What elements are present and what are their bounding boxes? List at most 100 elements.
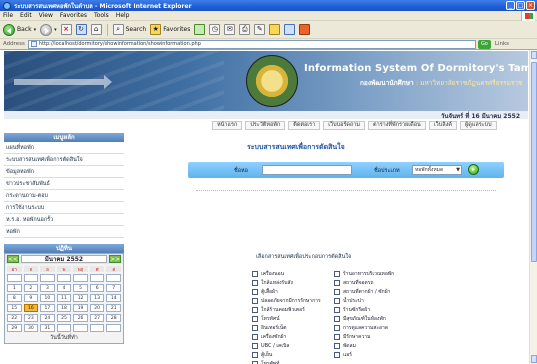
calendar-day[interactable]: 24 [40,314,55,322]
nav-admin[interactable]: ผู้ดูแลระบบ [460,121,497,130]
category-checkbox[interactable] [252,271,258,277]
messenger-icon[interactable] [284,24,296,35]
sidebar-item-usage[interactable]: การใช้งานระบบ [4,202,124,214]
category-checkbox[interactable] [334,352,340,358]
calendar-day[interactable]: 8 [7,294,22,302]
calendar-day[interactable]: 6 [89,284,105,292]
address-input[interactable]: http://localhost/dormitory/showinformati… [27,39,476,49]
folder-icon[interactable] [269,24,281,35]
calendar-day[interactable]: 18 [56,304,72,312]
category-option[interactable]: ร้านซักรีดผ้า [334,306,370,314]
mail-icon[interactable]: ✉ [224,24,236,35]
calendar-day[interactable]: 12 [73,294,88,302]
calendar-day[interactable]: 17 [40,304,55,312]
forward-button[interactable]: ▾ [40,23,57,37]
category-checkbox[interactable] [334,289,340,295]
dorm-name-input[interactable] [262,165,352,175]
vertical-scrollbar[interactable] [529,50,537,364]
category-option[interactable]: ปลอดภัยจากมีการรักษาการ [252,297,321,305]
calendar-day[interactable]: 4 [56,284,72,292]
category-checkbox[interactable] [334,316,340,322]
category-option[interactable]: ใกล้ร้านคอมพิวเตอร์ [252,306,305,314]
category-checkbox[interactable] [334,298,340,304]
category-option[interactable]: เครื่องซักผ้า [252,333,286,341]
category-option[interactable]: มีสุขภัณฑ์ในห้องพัก [334,315,386,323]
category-checkbox[interactable] [334,334,340,340]
maximize-button[interactable]: □ [516,1,525,10]
category-checkbox[interactable] [252,289,258,295]
category-option[interactable]: การดูแลความสะอาด [334,324,388,332]
category-option[interactable]: โทรทัศน์ [252,315,280,323]
sidebar-item-qa-board[interactable]: กระดานถาม-ตอบ [4,190,124,202]
calendar-day[interactable]: 13 [89,294,105,302]
category-checkbox[interactable] [334,343,340,349]
sidebar-item-dss[interactable]: ระบบสารสนเทศเพื่อการตัดสินใจ [4,154,124,166]
search-go-button[interactable]: ▸ [468,164,479,175]
sidebar-item-dorm[interactable]: หอพัก [4,226,124,238]
menu-favorites[interactable]: Favorites [60,12,87,19]
calendar-day[interactable]: 30 [23,324,39,332]
category-option[interactable]: สถานที่ตากผ้า / ซักผ้า [334,288,390,296]
calendar-day[interactable]: 19 [73,304,88,312]
category-option[interactable]: สถานที่จอดรถ [334,279,374,287]
sidebar-item-outside-dorm[interactable]: ห.ร.อ. หอพักนอกรั้ว [4,214,124,226]
search-button[interactable]: ⌕ Search [112,23,146,37]
category-checkbox[interactable] [334,325,340,331]
toolbar-app-icon[interactable] [299,24,311,35]
sidebar-item-map[interactable]: แผนที่หอพัก [4,142,124,154]
sidebar-item-dorm-info[interactable]: ข้อมูลหอพัก [4,166,124,178]
calendar-today[interactable]: 16 [23,304,39,312]
home-icon[interactable]: ⌂ [90,24,102,35]
category-checkbox[interactable] [252,343,258,349]
category-option[interactable]: เครื่องนอน [252,270,284,278]
calendar-day[interactable]: 31 [40,324,55,332]
category-checkbox[interactable] [252,280,258,286]
calendar-day[interactable]: 20 [89,304,105,312]
menu-file[interactable]: File [3,12,13,19]
category-checkbox[interactable] [252,316,258,322]
scroll-thumb[interactable] [531,62,537,262]
back-button[interactable]: Back ▾ [3,23,36,37]
category-checkbox[interactable] [252,352,258,358]
category-option[interactable]: โทรศัพท์ [252,360,279,364]
calendar-day[interactable]: 2 [23,284,39,292]
minimize-button[interactable]: _ [506,1,515,10]
calendar-day[interactable]: 11 [56,294,72,302]
calendar-day[interactable]: 15 [7,304,22,312]
category-option[interactable]: ตู้เย็น [252,351,272,359]
category-option[interactable]: ตู้เสื้อผ้า [252,288,278,296]
category-checkbox[interactable] [334,307,340,313]
calendar-day[interactable]: 25 [56,314,72,322]
sidebar-item-news[interactable]: ข่าวประชาสัมพันธ์ [4,178,124,190]
go-button[interactable]: Go [477,39,491,49]
refresh-icon[interactable]: ↻ [75,24,87,35]
calendar-next-button[interactable]: >> [109,255,121,263]
nav-history[interactable]: ประวัติหอพัก [245,121,286,130]
nav-weblinks[interactable]: เว็บลิงค์ [428,121,457,130]
nav-contact[interactable]: ติดต่อเรา [288,121,321,130]
category-option[interactable]: น้ำประปา [334,297,364,305]
calendar-day[interactable]: 5 [73,284,88,292]
calendar-day[interactable]: 21 [106,304,121,312]
category-checkbox[interactable] [252,325,258,331]
category-checkbox[interactable] [334,280,340,286]
stop-icon[interactable]: × [60,24,72,35]
calendar-day[interactable]: 23 [23,314,39,322]
category-option[interactable]: UBC / เคเบิล [252,342,289,350]
category-option[interactable]: อินเทอร์เน็ต [252,324,287,332]
nav-webboard[interactable]: เว็บบอร์ดถาม [323,121,366,130]
category-checkbox[interactable] [252,307,258,313]
category-option[interactable]: ใกล้แหล่งรับสัง [252,279,293,287]
category-checkbox[interactable] [334,271,340,277]
menu-tools[interactable]: Tools [94,12,109,19]
category-checkbox[interactable] [252,298,258,304]
category-option[interactable]: ร้านอาหารบริเวณหอพัก [334,270,394,278]
menu-help[interactable]: Help [116,12,130,19]
calendar-day[interactable]: 10 [40,294,55,302]
scroll-down-arrow[interactable] [531,355,537,363]
scroll-up-arrow[interactable] [531,51,537,59]
calendar-day[interactable]: 22 [7,314,22,322]
dorm-type-select[interactable]: หอพักทั้งหมด [412,165,462,175]
category-option[interactable]: มีรักษาความ [334,333,370,341]
calendar-prev-button[interactable]: << [7,255,19,263]
